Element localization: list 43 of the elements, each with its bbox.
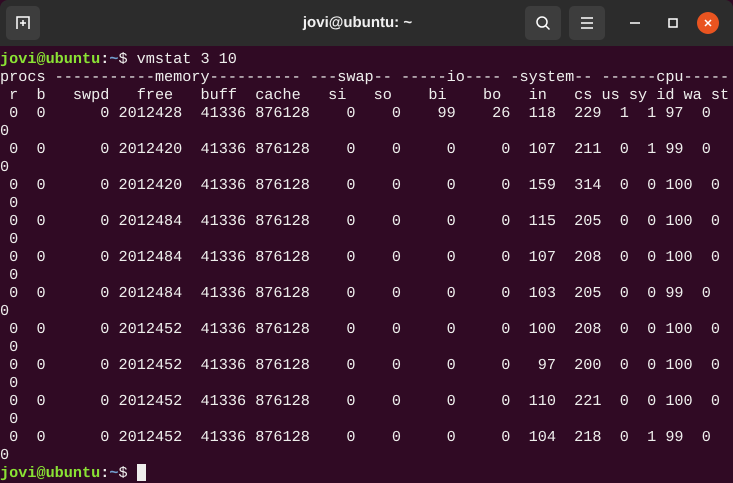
search-button[interactable] xyxy=(525,6,561,40)
output-line: r b swpd free buff cache si so bi bo in cs us sy id wa st xyxy=(8,86,730,104)
output-line: 0 xyxy=(8,374,18,392)
output-line: 0 xyxy=(8,194,18,212)
command-text: vmstat 3 10 xyxy=(136,50,237,68)
maximize-icon xyxy=(668,18,678,28)
prompt-symbol: $ xyxy=(118,50,128,68)
new-tab-icon xyxy=(15,15,31,31)
prompt-path: ~ xyxy=(109,464,119,482)
output-line: 0 0 0 2012484 41336 876128 0 0 0 0 103 205 0 0 99 0 xyxy=(8,284,711,302)
output-line: 0 0 0 2012420 41336 876128 0 0 0 0 107 211 0 1 99 0 xyxy=(8,140,711,158)
output-line: 0 xyxy=(0,122,10,140)
prompt-separator: : xyxy=(100,464,110,482)
output-line: 0 0 0 2012452 41336 876128 0 0 0 0 110 221 0 0 100 0 xyxy=(8,392,720,410)
output-line: 0 0 0 2012452 41336 876128 0 0 0 0 97 200 0 0 100 0 xyxy=(8,356,720,374)
output-line: 0 0 0 2012452 41336 876128 0 0 0 0 100 208 0 0 100 0 xyxy=(8,320,720,338)
output-line: 0 0 0 2012428 41336 876128 0 0 99 26 118 229 1 1 97 0 xyxy=(8,104,711,122)
output-line: 0 xyxy=(8,410,18,428)
output-line: 0 0 0 2012452 41336 876128 0 0 0 0 104 218 0 1 99 0 xyxy=(8,428,711,446)
menu-button[interactable] xyxy=(569,6,605,40)
output-line: procs -----------memory---------- ---swap-- -----io---- -system-- ------cpu----- xyxy=(0,68,730,86)
output-line: 0 0 0 2012484 41336 876128 0 0 0 0 115 205 0 0 100 0 xyxy=(8,212,720,230)
window-title: jovi@ubuntu: ~ xyxy=(302,12,412,33)
prompt-path: ~ xyxy=(109,50,119,68)
close-icon xyxy=(704,19,712,27)
output-line: 0 xyxy=(8,266,18,284)
close-button[interactable] xyxy=(697,12,719,34)
output-line: 0 0 0 2012420 41336 876128 0 0 0 0 159 314 0 0 100 0 xyxy=(8,176,720,194)
output-line: 0 xyxy=(0,446,10,464)
new-tab-button[interactable] xyxy=(6,6,40,40)
output-line: 0 xyxy=(0,158,10,176)
minimize-icon xyxy=(630,22,640,24)
prompt-symbol: $ xyxy=(118,464,128,482)
output-line: 0 xyxy=(0,302,10,320)
prompt-user-host: jovi@ubuntu xyxy=(0,50,100,68)
prompt-user-host: jovi@ubuntu xyxy=(0,464,100,482)
prompt-separator: : xyxy=(100,50,110,68)
menu-icon xyxy=(580,17,594,29)
output-line: 0 xyxy=(8,230,18,248)
text-cursor xyxy=(136,464,146,481)
output-line: 0 xyxy=(8,338,18,356)
output-line: 0 0 0 2012484 41336 876128 0 0 0 0 107 208 0 0 100 0 xyxy=(8,248,720,266)
search-icon xyxy=(535,15,551,31)
